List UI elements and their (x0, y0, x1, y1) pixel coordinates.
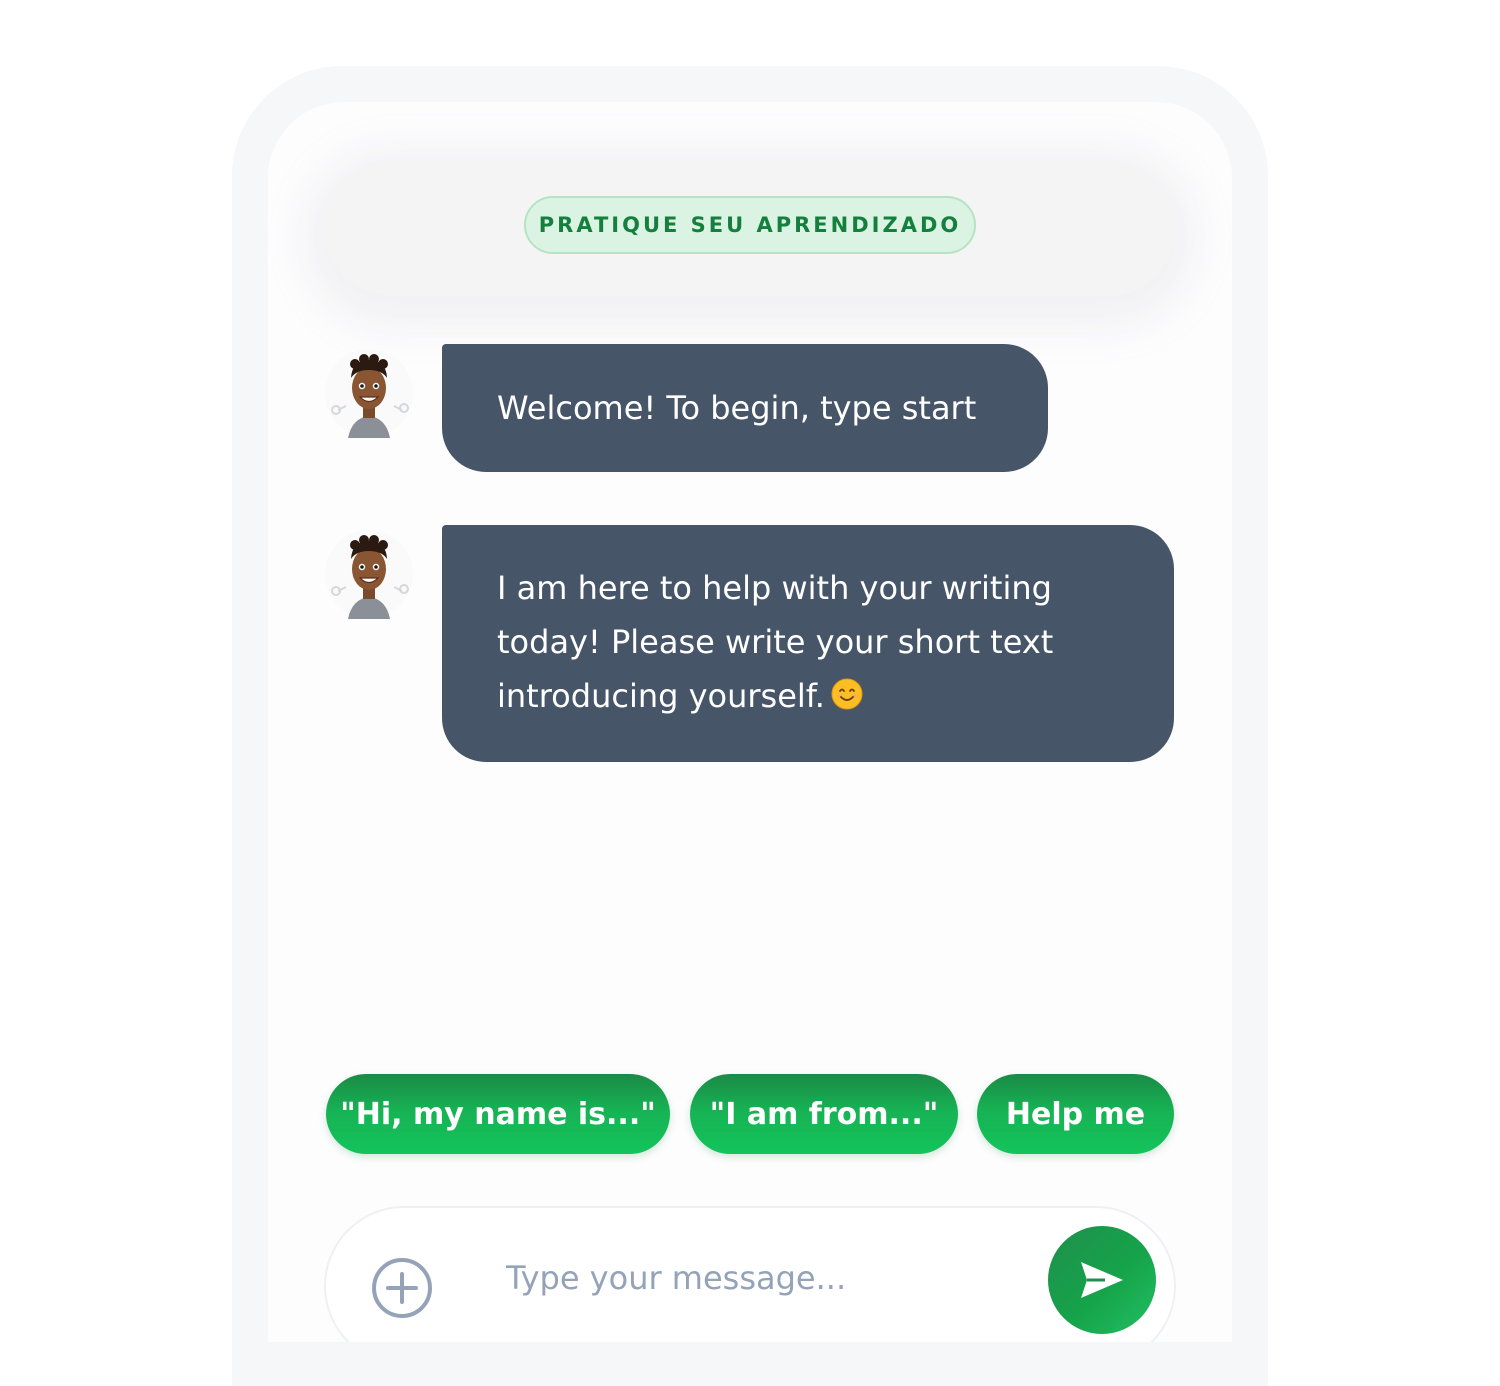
message-input[interactable] (506, 1248, 1026, 1308)
chat-screen: PRATIQUE SEU APRENDIZADO Welcome! To beg… (268, 102, 1232, 1342)
assistant-message-bubble: Welcome! To begin, type start (442, 344, 1048, 472)
plus-circle-icon[interactable] (370, 1256, 434, 1320)
message-composer (324, 1206, 1176, 1342)
message-text: Welcome! To begin, type start (497, 389, 977, 427)
quick-reply-button[interactable]: "I am from..." (690, 1074, 958, 1154)
send-arrow-icon (1081, 1262, 1123, 1298)
mode-badge: PRATIQUE SEU APRENDIZADO (524, 196, 976, 254)
quick-reply-button[interactable]: "Hi, my name is..." (326, 1074, 670, 1154)
assistant-avatar (325, 530, 413, 619)
send-button[interactable] (1048, 1226, 1156, 1334)
quick-reply-help-button[interactable]: Help me (977, 1074, 1174, 1154)
assistant-message-bubble: I am here to help with your writing toda… (442, 525, 1174, 762)
smiling-face-emoji-icon (831, 678, 863, 710)
message-text: I am here to help with your writing toda… (497, 569, 1054, 715)
assistant-avatar (325, 349, 413, 438)
